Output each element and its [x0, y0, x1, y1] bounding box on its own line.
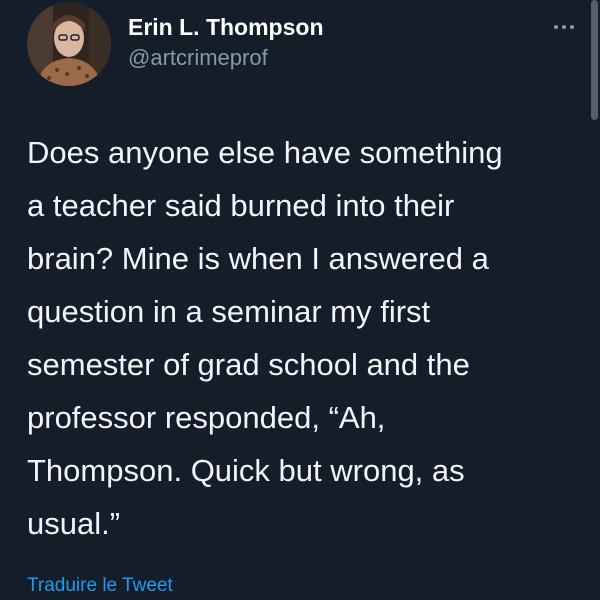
- tweet-text: Does anyone else have something a teache…: [27, 135, 503, 541]
- tweet: Erin L. Thompson @artcrimeprof Does anyo…: [0, 0, 600, 600]
- translate-tweet-link[interactable]: Traduire le Tweet: [27, 575, 173, 597]
- avatar-image: [27, 2, 111, 86]
- user-handle[interactable]: @artcrimeprof: [128, 45, 268, 71]
- display-name[interactable]: Erin L. Thompson: [128, 14, 324, 41]
- avatar[interactable]: [27, 2, 111, 86]
- scrollbar[interactable]: [591, 0, 598, 120]
- more-horizontal-icon[interactable]: [552, 21, 576, 33]
